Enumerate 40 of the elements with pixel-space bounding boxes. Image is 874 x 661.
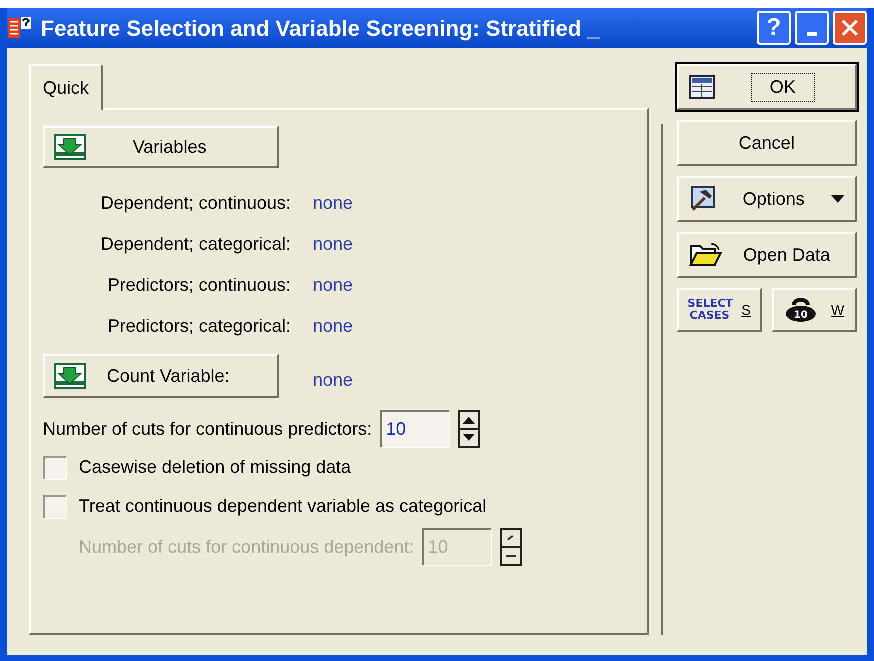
close-icon: [841, 19, 859, 37]
table-icon: [688, 75, 715, 99]
checkbox[interactable]: [43, 494, 67, 518]
download-icon: [53, 362, 87, 390]
dependent-cuts-label: Number of cuts for continuous dependent:: [79, 536, 414, 559]
app-icon: [7, 15, 33, 41]
checkbox-label: Casewise deletion of missing data: [79, 456, 352, 479]
number-field[interactable]: 10: [380, 410, 450, 448]
spin-arrows-icon[interactable]: [458, 410, 480, 448]
minimize-button[interactable]: [795, 11, 829, 45]
checkbox-label: Treat continuous dependent variable as categorical: [79, 495, 487, 518]
variable-value: none: [313, 368, 354, 392]
tab[interactable]: Quick: [29, 64, 104, 110]
folder-icon: [688, 242, 723, 268]
variable-value: none: [313, 192, 354, 215]
variable-label: Predictors; categorical:: [106, 315, 291, 338]
variable-label: Predictors; continuous:: [106, 274, 291, 297]
close-button[interactable]: [833, 11, 867, 45]
help-button[interactable]: ?: [757, 11, 791, 45]
hammer-icon: [688, 186, 717, 212]
weight-button[interactable]: 10 W: [772, 288, 857, 332]
options-button[interactable]: Options: [676, 176, 857, 222]
minimize-icon: [807, 32, 817, 36]
dropdown-caret-icon: [831, 195, 845, 203]
variable-value: none: [313, 233, 354, 256]
select-cases-icon: SELECT CASES: [688, 298, 732, 322]
variable-label: Dependent; continuous:: [100, 192, 291, 215]
variable-value: none: [313, 315, 354, 338]
variable-label: Dependent; categorical:: [100, 233, 291, 256]
count-variable-button[interactable]: Count Variable:: [43, 354, 279, 398]
variables-button[interactable]: Variables: [43, 126, 279, 168]
window-title: Feature Selection and Variable Screening: Stratified _: [41, 14, 600, 43]
spin-arrows-icon[interactable]: [500, 528, 522, 566]
predictor-cuts-label: Number of cuts for continuous predictors:: [43, 418, 372, 441]
open-data-button[interactable]: Open Data: [676, 232, 857, 278]
cancel-button[interactable]: Cancel: [676, 120, 857, 166]
checkbox[interactable]: [43, 456, 67, 480]
ok-button[interactable]: OK: [676, 64, 857, 110]
variable-value: none: [313, 274, 354, 297]
download-icon: [53, 133, 87, 161]
